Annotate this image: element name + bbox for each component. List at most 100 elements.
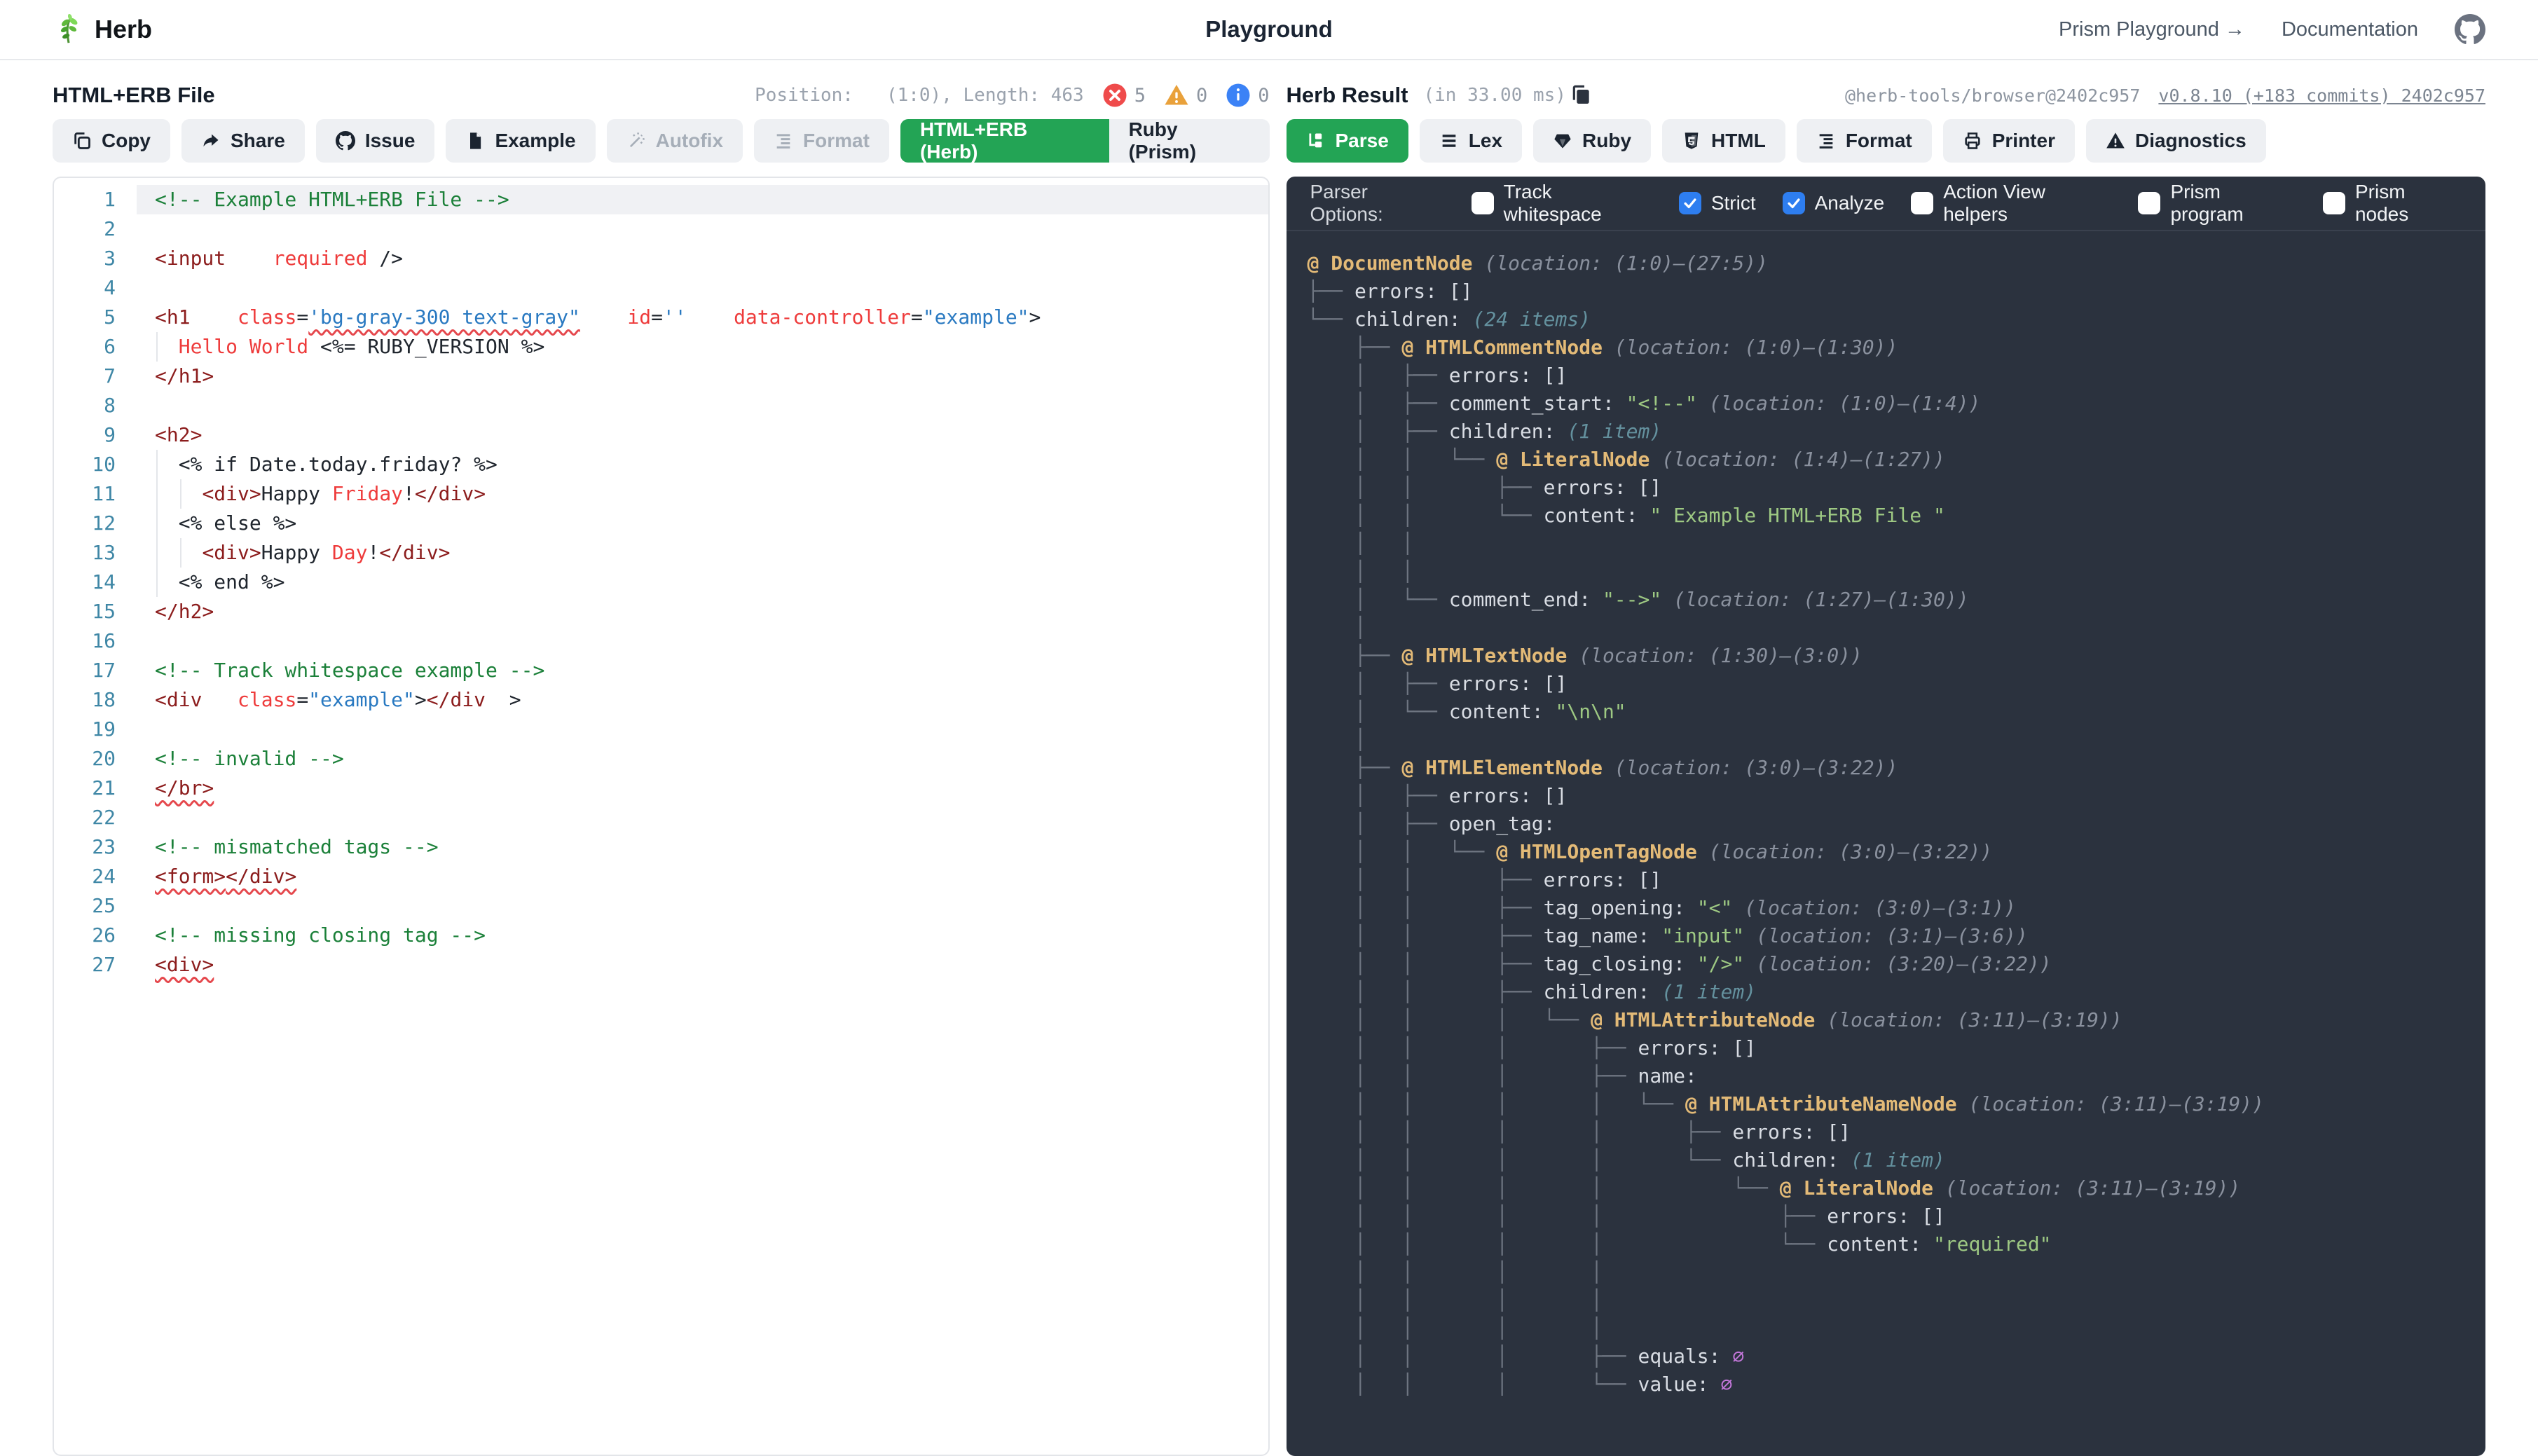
code-line[interactable] — [137, 626, 1268, 656]
code-line[interactable]: <div>Happy Day!</div> — [137, 538, 1268, 568]
code-line[interactable]: </h2> — [137, 597, 1268, 626]
copy-button[interactable]: Copy — [53, 119, 170, 163]
code-line[interactable] — [137, 715, 1268, 744]
parser-option-prism-nodes[interactable]: Prism nodes — [2323, 181, 2462, 226]
code-line[interactable] — [137, 391, 1268, 420]
mode-ruby-prism[interactable]: Ruby (Prism) — [1109, 119, 1270, 163]
code-line[interactable]: <!-- Example HTML+ERB File --> — [137, 185, 1268, 214]
code-token: Happy — [261, 541, 332, 564]
ast-node-name: @ DocumentNode — [1308, 252, 1485, 275]
code-line[interactable]: </br> — [137, 774, 1268, 803]
diagnostics-tab[interactable]: Diagnostics — [2086, 119, 2266, 163]
parser-option-analyze[interactable]: Analyze — [1783, 192, 1885, 214]
code-line[interactable]: <div>Happy Friday!</div> — [137, 479, 1268, 509]
indent-guide — [156, 509, 158, 538]
example-button[interactable]: Example — [446, 119, 595, 163]
parser-option-label: Strict — [1711, 192, 1756, 214]
lex-tab[interactable]: Lex — [1420, 119, 1522, 163]
code-line[interactable]: <div> — [137, 950, 1268, 980]
version-link[interactable]: v0.8.10 (+183 commits) 2402c957 — [2158, 85, 2485, 106]
ast-tree-line: │ │ ├── tag_closing: "/>" (location: (3:… — [1308, 950, 2465, 978]
code-line[interactable] — [137, 891, 1268, 921]
mode-html-erb-herb[interactable]: HTML+ERB (Herb) — [900, 119, 1109, 163]
code-line[interactable]: <h1 class='bg-gray-300 text-gray" id='' … — [137, 303, 1268, 332]
code-line[interactable]: <!-- invalid --> — [137, 744, 1268, 774]
parser-option-track-whitespace[interactable]: Track whitespace — [1472, 181, 1652, 226]
ast-token — [1732, 896, 1744, 919]
code-token — [155, 570, 179, 593]
copy-result-button[interactable] — [1570, 84, 1593, 107]
format-button[interactable]: Format — [754, 119, 889, 163]
prism-playground-link[interactable]: Prism Playground → — [2059, 18, 2245, 41]
herb-logo-icon — [53, 13, 85, 46]
share-button[interactable]: Share — [181, 119, 305, 163]
ast-token: (1 item) — [1851, 1148, 1945, 1172]
code-line[interactable]: <!-- missing closing tag --> — [137, 921, 1268, 950]
code-token — [155, 541, 202, 564]
ast-token — [1661, 588, 1673, 611]
issue-button[interactable]: Issue — [316, 119, 435, 163]
checkbox-checked-icon[interactable] — [1783, 192, 1805, 214]
format-tab[interactable]: Format — [1797, 119, 1932, 163]
checkbox-checked-icon[interactable] — [1679, 192, 1701, 214]
code-line[interactable]: <form></div> — [137, 862, 1268, 891]
ast-token: │ ├── — [1308, 392, 1449, 415]
ast-tree-line: │ │ │ │ └── content: "required" — [1308, 1230, 2465, 1258]
ast-token: │ │ │ │ ├── — [1308, 1120, 1733, 1143]
parser-options-label: Parser Options: — [1310, 181, 1445, 226]
ast-token: (location: (3:0)–(3:22)) — [1614, 756, 1898, 779]
parser-option-prism-program[interactable]: Prism program — [2138, 181, 2296, 226]
code-line[interactable]: <!-- mismatched tags --> — [137, 832, 1268, 862]
ast-token: "required" — [1933, 1232, 2052, 1256]
ast-tree-output[interactable]: @ DocumentNode (location: (1:0)–(27:5))├… — [1287, 231, 2486, 1456]
checkbox-unchecked-icon[interactable] — [2138, 192, 2160, 214]
documentation-link[interactable]: Documentation — [2282, 18, 2418, 41]
code-token — [687, 305, 734, 329]
code-line[interactable]: <h2> — [137, 420, 1268, 450]
code-line[interactable]: <% else %> — [137, 509, 1268, 538]
parse-tab[interactable]: Parse — [1287, 119, 1408, 163]
code-line[interactable] — [137, 803, 1268, 832]
checkbox-unchecked-icon[interactable] — [1472, 192, 1494, 214]
ast-token: (location: (1:0)–(1:30)) — [1614, 336, 1898, 359]
checkbox-unchecked-icon[interactable] — [1911, 192, 1933, 214]
ast-token: │ │ │ │ — [1308, 1289, 1603, 1312]
github-icon[interactable] — [2455, 14, 2485, 45]
code-line[interactable]: <!-- Track whitespace example --> — [137, 656, 1268, 685]
line-number: 27 — [54, 950, 137, 980]
code-line[interactable] — [137, 214, 1268, 244]
line-number: 14 — [54, 568, 137, 597]
ast-token: ├── — [1308, 756, 1402, 779]
brand[interactable]: Herb — [53, 13, 152, 46]
code-line[interactable] — [137, 273, 1268, 303]
ruby-tab[interactable]: Ruby — [1533, 119, 1651, 163]
ast-tree-line: │ — [1308, 614, 2465, 642]
ast-token: │ │ │ │ ├── — [1308, 1204, 1827, 1228]
code-line[interactable]: <% if Date.today.friday? %> — [137, 450, 1268, 479]
checkbox-unchecked-icon[interactable] — [2323, 192, 2345, 214]
code-editor[interactable]: 1234567891011121314151617181920212223242… — [53, 177, 1270, 1456]
code-line[interactable]: Hello World <%= RUBY_VERSION %> — [137, 332, 1268, 362]
indent-guide — [180, 479, 181, 509]
autofix-button[interactable]: Autofix — [607, 119, 743, 163]
ast-token: │ │ └── — [1308, 840, 1497, 863]
ast-token: (location: (3:20)–(3:22)) — [1756, 952, 2051, 975]
code-token: <input — [155, 247, 226, 270]
ast-token: ├── — [1308, 336, 1402, 359]
code-line[interactable]: </h1> — [137, 362, 1268, 391]
ast-tree-line: │ │ ├── children: (1 item) — [1308, 978, 2465, 1006]
code-line[interactable]: <input required /> — [137, 244, 1268, 273]
code-line[interactable]: <% end %> — [137, 568, 1268, 597]
printer-tab[interactable]: Printer — [1943, 119, 2075, 163]
ast-tree-line: ├── @ HTMLCommentNode (location: (1:0)–(… — [1308, 334, 2465, 362]
line-number: 24 — [54, 862, 137, 891]
parser-option-strict[interactable]: Strict — [1679, 192, 1756, 214]
html-tab[interactable]: HTML — [1662, 119, 1785, 163]
ast-token: │ │ ├── — [1308, 952, 1544, 975]
parser-option-action-view-helpers[interactable]: Action View helpers — [1911, 181, 2111, 226]
code-token — [202, 688, 238, 711]
editor-code-area[interactable]: <!-- Example HTML+ERB File --> <input req… — [137, 178, 1268, 1455]
ast-token: (location: (1:4)–(1:27)) — [1661, 448, 1945, 471]
ast-tree-line: ├── @ HTMLElementNode (location: (3:0)–(… — [1308, 754, 2465, 782]
code-line[interactable]: <div class="example"></div > — [137, 685, 1268, 715]
